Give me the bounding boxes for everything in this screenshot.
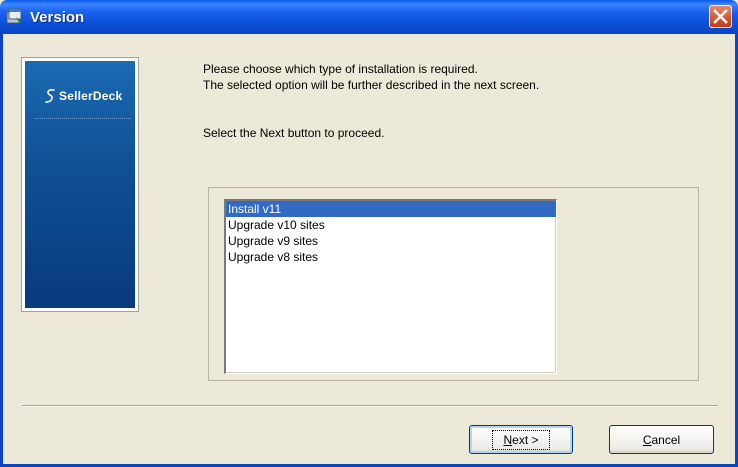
side-banner-background: SellerDeck	[25, 61, 135, 308]
installation-type-listbox[interactable]: Install v11 Upgrade v10 sites Upgrade v9…	[224, 199, 557, 374]
list-item[interactable]: Install v11	[226, 201, 556, 217]
list-item[interactable]: Upgrade v8 sites	[226, 249, 556, 265]
cancel-button-label: Cancel	[642, 432, 681, 447]
cancel-button[interactable]: Cancel	[609, 425, 714, 454]
sellerdeck-logo: SellerDeck	[44, 88, 122, 104]
close-button[interactable]	[709, 5, 732, 28]
side-banner: SellerDeck	[21, 57, 139, 312]
s-swirl-icon	[45, 89, 55, 103]
instruction-line-2: The selected option will be further desc…	[203, 78, 540, 92]
next-button[interactable]: Next >	[469, 425, 573, 454]
next-button-label: Next >	[492, 429, 550, 450]
logo-divider	[35, 118, 131, 119]
button-divider	[22, 405, 718, 407]
installer-window: Version SellerDeck Please choose which t…	[0, 0, 738, 467]
logo-text: SellerDeck	[59, 89, 123, 103]
window-title: Version	[30, 9, 85, 26]
window-frame-left	[0, 34, 3, 467]
instruction-line-3: Select the Next button to proceed.	[203, 126, 385, 140]
title-bar[interactable]: Version	[0, 0, 738, 34]
app-icon	[6, 8, 24, 25]
list-item[interactable]: Upgrade v9 sites	[226, 233, 556, 249]
list-item[interactable]: Upgrade v10 sites	[226, 217, 556, 233]
instruction-line-1: Please choose which type of installation…	[203, 62, 478, 76]
close-icon	[713, 9, 728, 24]
